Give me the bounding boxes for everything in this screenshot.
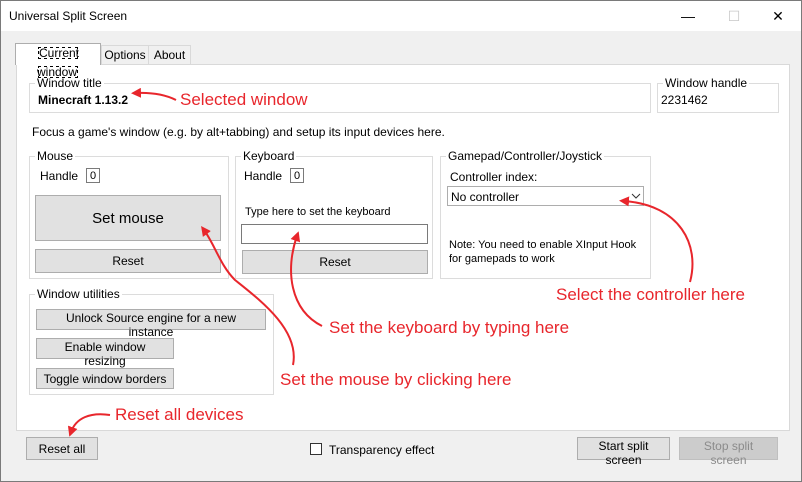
controller-index-label: Controller index: — [450, 170, 538, 184]
tab-label: Current window — [36, 46, 79, 79]
mouse-reset-button[interactable]: Reset — [35, 249, 221, 273]
keyboard-handle-value: 0 — [290, 168, 304, 183]
tab-label: Options — [104, 48, 146, 62]
keyboard-input[interactable] — [241, 224, 428, 244]
title-bar: Universal Split Screen — ☐ ✕ — [1, 1, 801, 31]
annotation-set-mouse: Set the mouse by clicking here — [280, 370, 512, 389]
gamepad-note: Note: You need to enable XInput Hook for… — [449, 239, 637, 265]
controller-select-value: No controller — [451, 190, 520, 204]
tab-options[interactable]: Options — [101, 45, 149, 66]
mouse-handle-label: Handle — [40, 169, 79, 183]
gamepad-label: Gamepad/Controller/Joystick — [446, 149, 605, 163]
keyboard-group: Keyboard Handle 0 Type here to set the k… — [235, 149, 433, 279]
tab-label: About — [153, 48, 186, 62]
tab-current-window[interactable]: Current window — [15, 43, 101, 79]
maximize-icon: ☐ — [727, 8, 741, 24]
start-split-screen-button[interactable]: Start split screen — [577, 437, 670, 467]
window-title: Universal Split Screen — [9, 9, 128, 23]
transparency-label: Transparency effect — [329, 443, 435, 457]
instructions-text: Focus a game's window (e.g. by alt+tabbi… — [32, 125, 445, 139]
keyboard-hint: Type here to set the keyboard — [245, 206, 391, 218]
minimize-icon[interactable]: — — [665, 1, 711, 31]
unlock-source-engine-button[interactable]: Unlock Source engine for a new instance — [36, 309, 266, 339]
mouse-handle-value: 0 — [86, 168, 100, 183]
close-icon[interactable]: ✕ — [755, 1, 801, 31]
mouse-group: Mouse Handle 0 Set mouse Reset — [29, 149, 229, 279]
window-title-group: Window title Minecraft 1.13.2 — [29, 76, 651, 113]
annotation-reset-all: Reset all devices — [115, 405, 244, 424]
window-utilities-group: Window utilities Unlock Source engine fo… — [29, 287, 274, 395]
annotation-selected-window: Selected window — [180, 90, 308, 109]
toggle-window-borders-button[interactable]: Toggle window borders — [36, 368, 174, 389]
keyboard-handle-label: Handle — [244, 169, 283, 183]
window-utilities-label: Window utilities — [35, 287, 122, 301]
stop-split-screen-button: Stop split screen — [679, 437, 778, 467]
mouse-label: Mouse — [35, 149, 76, 163]
tab-about[interactable]: About — [148, 45, 191, 66]
transparency-checkbox[interactable] — [310, 443, 322, 455]
controller-select[interactable]: No controller — [447, 186, 644, 206]
gamepad-group: Gamepad/Controller/Joystick Controller i… — [440, 149, 651, 279]
window-title-value: Minecraft 1.13.2 — [38, 93, 129, 107]
window-handle-group: Window handle 2231462 — [657, 76, 779, 113]
window-handle-value: 2231462 — [661, 93, 708, 107]
set-mouse-button[interactable]: Set mouse — [35, 195, 221, 241]
keyboard-label: Keyboard — [241, 149, 297, 163]
chevron-down-icon — [631, 193, 641, 199]
enable-window-resizing-button[interactable]: Enable window resizing — [36, 338, 174, 368]
annotation-set-keyboard: Set the keyboard by typing here — [329, 318, 570, 337]
keyboard-reset-button[interactable]: Reset — [242, 250, 428, 274]
annotation-select-controller: Select the controller here — [556, 285, 745, 304]
window-handle-label: Window handle — [663, 76, 750, 90]
reset-all-button[interactable]: Reset all — [26, 437, 98, 460]
